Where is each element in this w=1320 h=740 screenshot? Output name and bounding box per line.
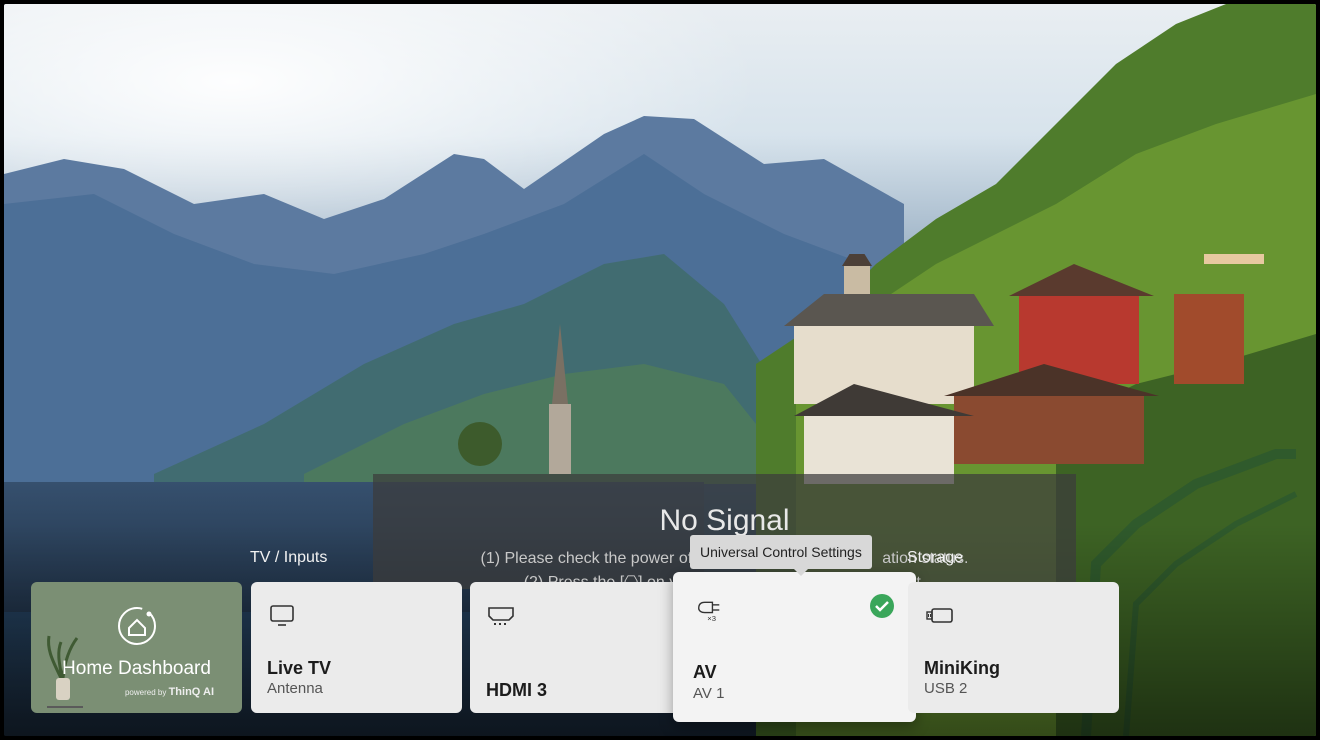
live-tv-label: Live TV (267, 658, 332, 678)
input-card-hdmi-3[interactable]: HDMI 3 (470, 582, 681, 713)
home-dashboard-card[interactable]: Home Dashboard powered by ThinQ AI (31, 582, 242, 713)
selected-check-icon (870, 594, 894, 618)
home-dashboard-icon (118, 607, 156, 645)
live-tv-sub: Antenna (267, 680, 323, 697)
input-card-live-tv[interactable]: Live TV Antenna (251, 582, 462, 713)
tv-screen: No Signal (1) Please check the power of … (4, 4, 1316, 736)
av-sub: AV 1 (693, 685, 725, 702)
powered-by-thinq: powered by ThinQ AI (124, 686, 214, 698)
storage-card-miniking[interactable]: MiniKing USB 2 (908, 582, 1119, 713)
hdmi-3-label: HDMI 3 (486, 680, 548, 700)
section-tv-inputs: TV / Inputs (250, 549, 328, 566)
av-label: AV (693, 662, 717, 682)
tv-icon (270, 605, 294, 626)
home-dashboard-label: Home Dashboard (62, 658, 211, 679)
usb-storage-icon (926, 608, 953, 623)
av-icon: ×3 (698, 601, 720, 622)
miniking-sub: USB 2 (924, 680, 968, 697)
no-signal-title: No Signal (659, 504, 790, 537)
miniking-label: MiniKing (924, 658, 1000, 678)
universal-control-tooltip: Universal Control Settings (690, 535, 872, 576)
hdmi-icon (488, 607, 514, 625)
svg-text:×3: ×3 (707, 614, 716, 622)
section-storage: Storage (907, 549, 964, 566)
input-card-av[interactable]: ×3 AV AV 1 (673, 572, 916, 722)
